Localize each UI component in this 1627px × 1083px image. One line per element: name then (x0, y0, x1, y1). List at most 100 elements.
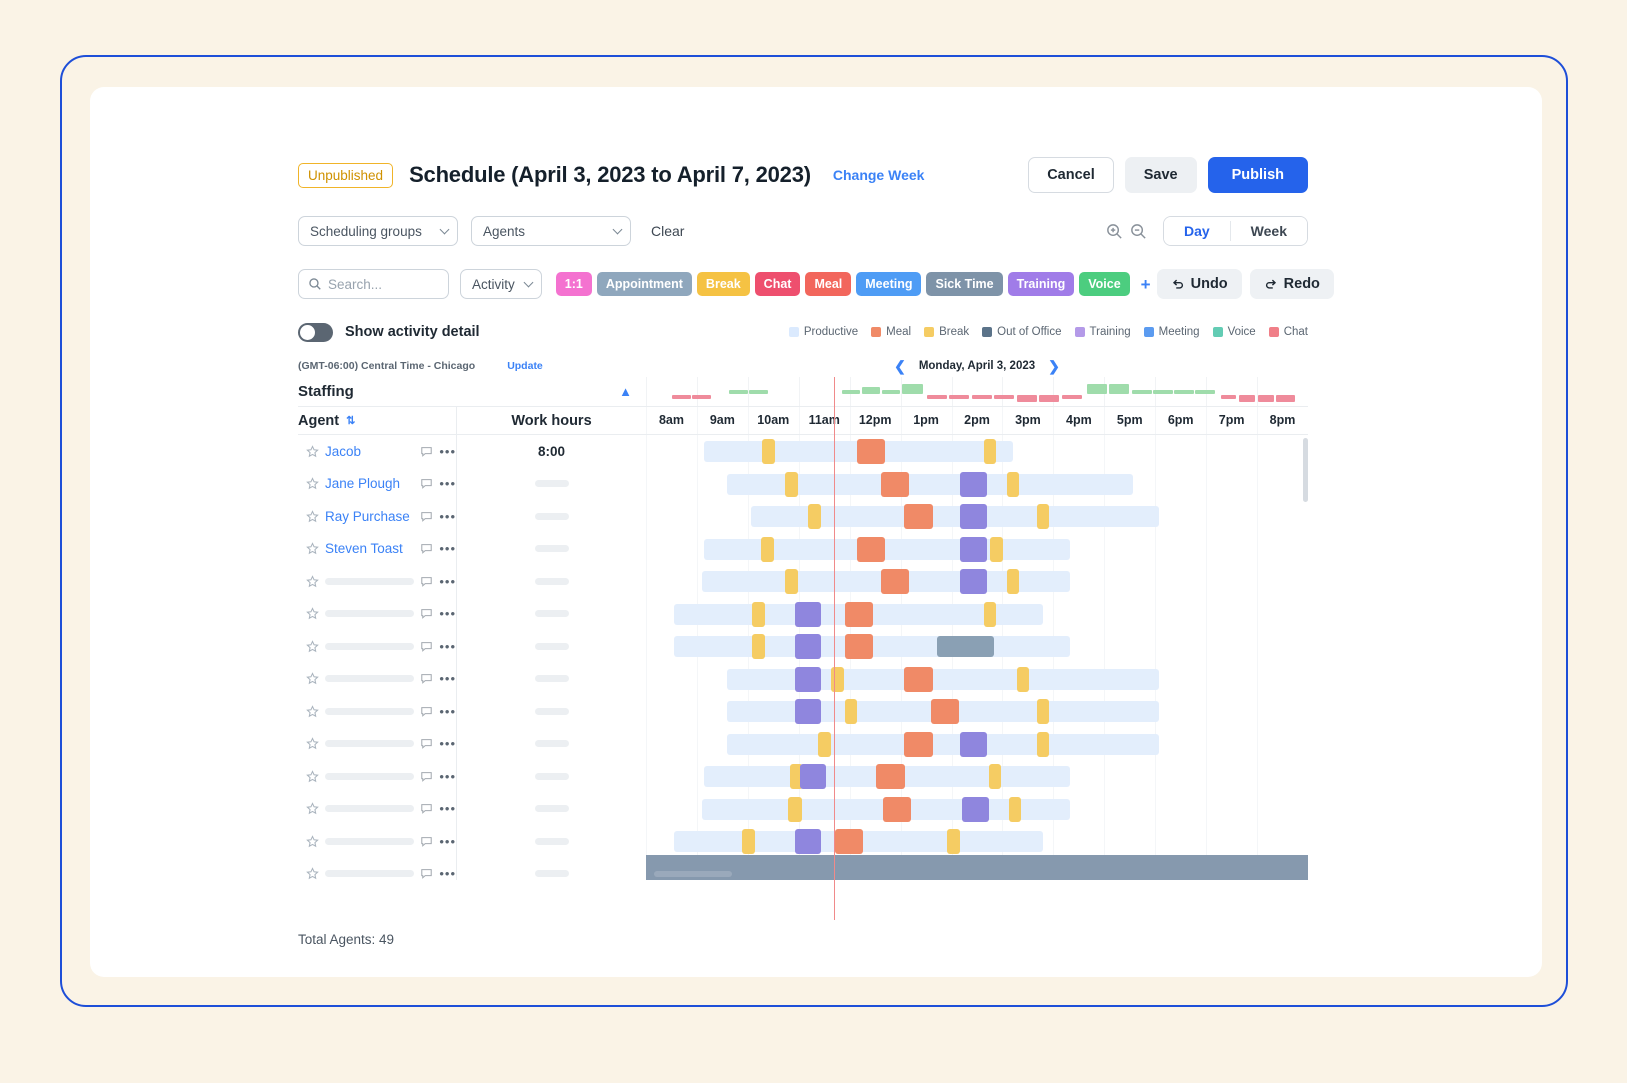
activity-segment-meal[interactable] (881, 569, 910, 594)
activity-segment-break[interactable] (983, 601, 997, 627)
activity-tag-voice[interactable]: Voice (1079, 271, 1130, 297)
activity-segment-break[interactable] (844, 699, 858, 724)
timeline-lane[interactable] (646, 597, 1308, 630)
timeline-lane[interactable] (646, 565, 1308, 598)
favorite-star-icon[interactable] (306, 477, 319, 490)
comment-icon[interactable] (420, 640, 433, 653)
activity-tag-appointment[interactable]: Appointment (596, 271, 692, 297)
timeline-lane[interactable] (646, 695, 1308, 728)
timezone-update-link[interactable]: Update (507, 360, 543, 372)
row-menu-button[interactable]: ••• (439, 574, 456, 589)
activity-segment-meal[interactable] (904, 731, 933, 757)
undo-button[interactable]: Undo (1156, 269, 1242, 299)
activity-segment-training[interactable] (960, 569, 987, 594)
activity-segment-meal[interactable] (904, 666, 933, 692)
activity-segment-break[interactable] (785, 569, 799, 594)
row-menu-button[interactable]: ••• (439, 444, 456, 459)
zoom-out-icon[interactable] (1129, 222, 1148, 241)
row-menu-button[interactable]: ••• (439, 704, 456, 719)
comment-icon[interactable] (420, 510, 433, 523)
activity-segment-break[interactable] (1016, 666, 1030, 692)
timeline-lane[interactable] (646, 500, 1308, 533)
activity-segment-break[interactable] (983, 439, 997, 464)
comment-icon[interactable] (420, 575, 433, 588)
row-menu-button[interactable]: ••• (439, 671, 456, 686)
comment-icon[interactable] (420, 802, 433, 815)
comment-icon[interactable] (420, 867, 433, 880)
activity-segment-training[interactable] (960, 731, 987, 757)
column-header-agent[interactable]: Agent ⇅ (298, 413, 456, 429)
table-row[interactable]: ••• (298, 695, 1308, 728)
activity-segment-training[interactable] (794, 634, 822, 659)
change-week-link[interactable]: Change Week (833, 167, 925, 183)
activity-segment-break[interactable] (1006, 569, 1020, 594)
table-row[interactable]: ••• (298, 727, 1308, 760)
comment-icon[interactable] (420, 770, 433, 783)
activity-segment-break[interactable] (1036, 504, 1050, 529)
activity-segment-break[interactable] (808, 504, 822, 529)
activity-segment-meal[interactable] (834, 829, 864, 854)
activity-segment-break[interactable] (988, 764, 1002, 789)
activity-segment-break[interactable] (751, 634, 766, 659)
publish-button[interactable]: Publish (1207, 157, 1308, 193)
timeline-lane[interactable] (646, 467, 1308, 500)
favorite-star-icon[interactable] (306, 834, 319, 848)
comment-icon[interactable] (420, 477, 433, 490)
row-menu-button[interactable]: ••• (439, 606, 456, 621)
comment-icon[interactable] (420, 445, 433, 458)
activity-segment-break[interactable] (785, 471, 799, 497)
table-row[interactable]: Jane Plough ••• (298, 467, 1308, 500)
row-menu-button[interactable]: ••• (439, 736, 456, 751)
activity-segment-break[interactable] (947, 829, 960, 854)
favorite-star-icon[interactable] (306, 574, 319, 588)
activity-segment-meal[interactable] (844, 601, 874, 627)
table-row[interactable]: ••• (298, 565, 1308, 598)
timeline-lane[interactable] (646, 792, 1308, 825)
activity-segment-break[interactable] (760, 536, 774, 562)
cancel-button[interactable]: Cancel (1028, 157, 1114, 193)
table-row[interactable]: ••• (298, 792, 1308, 825)
favorite-star-icon[interactable] (306, 607, 319, 620)
comment-icon[interactable] (420, 607, 433, 620)
zoom-in-icon[interactable] (1105, 222, 1124, 241)
activity-segment-break[interactable] (818, 731, 831, 757)
activity-segment-meal[interactable] (930, 699, 960, 724)
activity-segment-break[interactable] (1006, 471, 1020, 497)
table-row[interactable]: ••• (298, 760, 1308, 793)
shift-block-productive[interactable] (704, 538, 1070, 560)
agents-select[interactable]: Agents (471, 216, 631, 246)
timeline-lane[interactable] (646, 727, 1308, 760)
activity-segment-training[interactable] (962, 796, 989, 822)
timeline-lane[interactable] (646, 760, 1308, 793)
activity-segment-training[interactable] (960, 536, 987, 562)
redo-button[interactable]: Redo (1249, 269, 1334, 299)
timeline-lane[interactable] (646, 825, 1308, 858)
activity-tag-meeting[interactable]: Meeting (856, 271, 922, 297)
favorite-star-icon[interactable] (306, 802, 319, 815)
comment-icon[interactable] (420, 542, 433, 555)
save-button[interactable]: Save (1124, 157, 1197, 193)
timeline-lane[interactable] (646, 630, 1308, 663)
activity-select[interactable]: Activity (460, 269, 542, 299)
timeline-lane[interactable] (646, 435, 1308, 468)
day-view-tab[interactable]: Day (1163, 217, 1230, 245)
agent-name-link[interactable]: Jane Plough (325, 476, 414, 491)
comment-icon[interactable] (420, 737, 433, 750)
table-row[interactable]: Ray Purchase ••• (298, 500, 1308, 533)
show-activity-detail-toggle[interactable] (298, 322, 333, 342)
activity-segment-meal[interactable] (904, 504, 933, 529)
row-menu-button[interactable]: ••• (439, 769, 456, 784)
activity-tag-chat[interactable]: Chat (754, 271, 801, 297)
activity-tag-meal[interactable]: Meal (805, 271, 852, 297)
row-menu-button[interactable]: ••• (439, 639, 456, 654)
activity-segment-training[interactable] (794, 601, 822, 627)
activity-segment-training[interactable] (960, 504, 987, 529)
table-row[interactable]: Steven Toast ••• (298, 532, 1308, 565)
favorite-star-icon[interactable] (306, 542, 319, 555)
row-menu-button[interactable]: ••• (439, 476, 456, 491)
activity-segment-training[interactable] (794, 699, 822, 724)
timeline-lane[interactable] (646, 532, 1308, 565)
agent-name-link[interactable]: Jacob (325, 444, 414, 459)
favorite-star-icon[interactable] (306, 639, 319, 653)
shift-block-productive[interactable] (727, 733, 1160, 755)
